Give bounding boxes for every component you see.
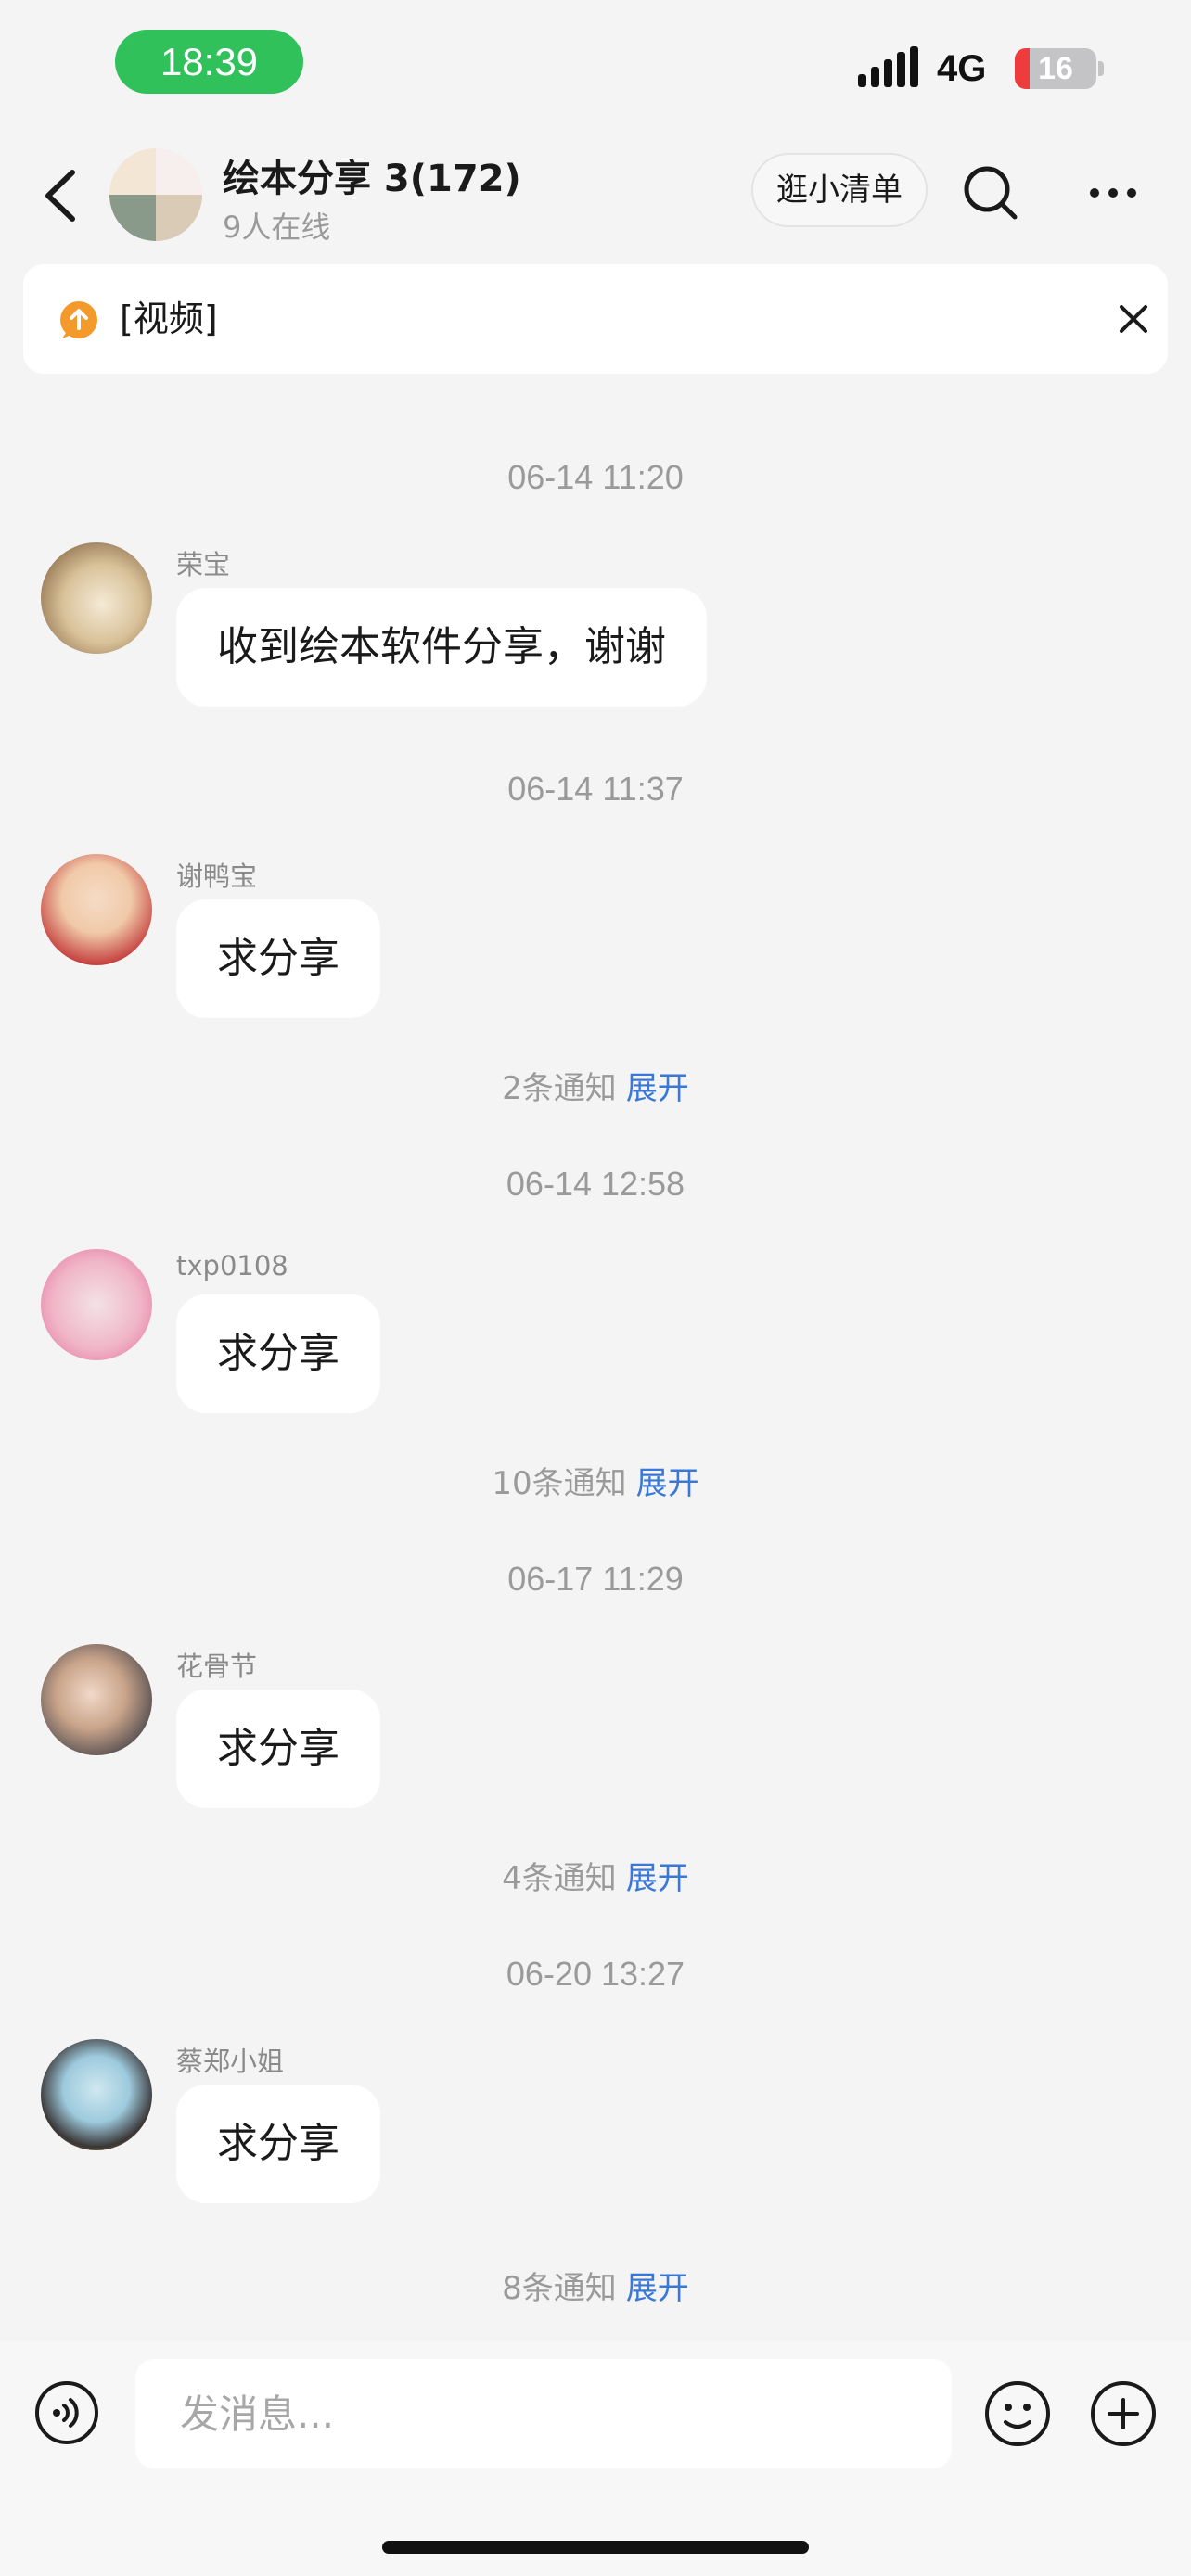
message-input[interactable] (135, 2359, 952, 2468)
avatar[interactable] (41, 1249, 152, 1360)
network-label: 4G (937, 48, 987, 89)
notice-summary: 2条通知 展开 (0, 1063, 1191, 1108)
battery-indicator: 16 (1015, 48, 1096, 89)
pinned-announcement[interactable]: [视频] (23, 264, 1168, 374)
close-icon[interactable] (1116, 301, 1151, 337)
expand-link[interactable]: 展开 (626, 2270, 689, 2307)
group-title[interactable]: 绘本分享 3(172) (223, 148, 521, 202)
sender-name: 花骨节 (176, 1651, 258, 1682)
avatar[interactable] (41, 2039, 152, 2150)
avatar[interactable] (41, 854, 152, 965)
expand-link[interactable]: 展开 (626, 1070, 689, 1107)
notice-summary: 10条通知 展开 (0, 1458, 1191, 1503)
notice-summary: 4条通知 展开 (0, 1853, 1191, 1898)
message-bubble[interactable]: 求分享 (176, 899, 380, 1018)
battery-cap (1098, 61, 1104, 76)
expand-link[interactable]: 展开 (636, 1465, 699, 1502)
notice-summary: 8条通知 展开 (0, 2263, 1191, 2308)
back-icon[interactable] (35, 163, 91, 228)
avatar-tile (109, 148, 156, 195)
signal-icon (858, 46, 918, 87)
voice-icon[interactable] (33, 2379, 100, 2446)
message-bubble[interactable]: 收到绘本软件分享，谢谢 (176, 588, 707, 707)
notice-count: 2条通知 (502, 1070, 617, 1107)
notice-count: 8条通知 (502, 2270, 617, 2307)
avatar-tile (109, 195, 156, 241)
sender-name: 蔡郑小姐 (176, 2046, 285, 2077)
message-timestamp: 06-14 12:58 (506, 1165, 685, 1203)
emoji-icon[interactable] (983, 2379, 1052, 2448)
sender-name: 谢鸭宝 (176, 861, 258, 892)
message-timestamp: 06-14 11:20 (507, 458, 684, 496)
avatar[interactable] (41, 1644, 152, 1755)
search-icon[interactable] (961, 163, 1020, 223)
message-bubble[interactable]: 求分享 (176, 1294, 380, 1413)
avatar[interactable] (41, 542, 152, 654)
avatar-tile (156, 195, 202, 241)
message-timestamp: 06-20 13:27 (506, 1955, 685, 1993)
notice-count: 4条通知 (502, 1860, 617, 1897)
more-icon[interactable] (1085, 176, 1141, 210)
online-count: 9人在线 (223, 210, 331, 245)
avatar-tile (156, 148, 202, 195)
status-bar: 18:39 4G 16 (0, 0, 1191, 130)
shop-list-button[interactable]: 逛小清单 (751, 153, 928, 227)
chat-header: 绘本分享 3(172) 9人在线 逛小清单 (0, 130, 1191, 260)
upload-icon (60, 301, 97, 338)
notice-count: 10条通知 (492, 1465, 627, 1502)
expand-link[interactable]: 展开 (626, 1860, 689, 1897)
message-timestamp: 06-17 11:29 (507, 1560, 684, 1598)
battery-level: 16 (1038, 51, 1073, 86)
message-timestamp: 06-14 11:37 (507, 770, 684, 808)
status-time: 18:39 (115, 30, 303, 94)
group-avatar[interactable] (109, 148, 202, 241)
sender-name: 荣宝 (176, 549, 231, 580)
pinned-text: [视频] (120, 299, 218, 339)
message-bubble[interactable]: 求分享 (176, 1690, 380, 1808)
sender-name: txp0108 (176, 1250, 288, 1282)
plus-icon[interactable] (1089, 2379, 1158, 2448)
home-indicator[interactable] (382, 2541, 809, 2554)
message-bubble[interactable]: 求分享 (176, 2085, 380, 2203)
